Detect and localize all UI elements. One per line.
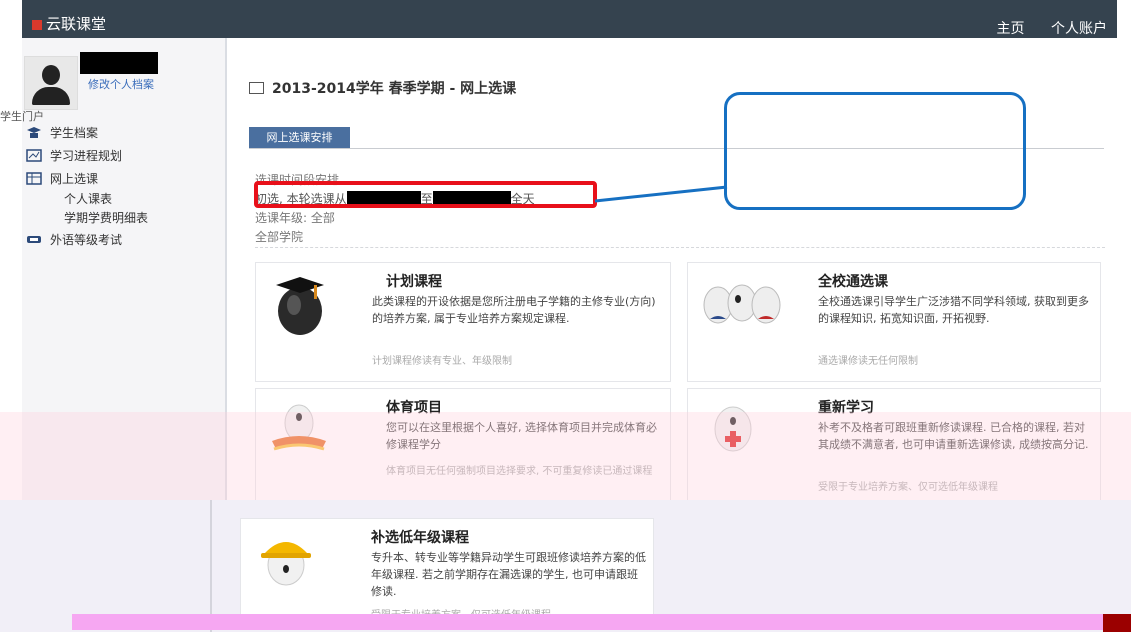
card-general-elective[interactable]: 全校通选课 全校通选课引导学生广泛涉猎不同学科领域, 获取到更多的课程知识, 拓… <box>687 262 1101 382</box>
tab-course-schedule[interactable]: 网上选课安排 <box>249 127 350 148</box>
card-title: 计划课程 <box>386 274 442 290</box>
sidebar-item-label: 学生档案 <box>50 126 99 140</box>
card-note: 通选课修读无任何限制 <box>818 356 918 367</box>
card-plan-course[interactable]: 计划课程 此类课程的开设依据是您所注册电子学籍的主修专业(方向)的培养方案, 属… <box>255 262 671 382</box>
sidebar-subitem-timetable[interactable]: 个人课表 <box>64 190 112 207</box>
sidebar-item-study-plan[interactable]: 学习进程规划 <box>26 147 122 164</box>
college-info: 全部学院 <box>255 230 304 244</box>
calendar-icon <box>249 82 264 94</box>
brand[interactable]: 云联课堂 <box>32 13 106 34</box>
edit-profile-link[interactable]: 修改个人档案 <box>88 76 154 92</box>
card-description: 此类课程的开设依据是您所注册电子学籍的主修专业(方向)的培养方案, 属于专业培养… <box>372 295 656 325</box>
card-note: 计划课程修读有专业、年级限制 <box>372 356 512 367</box>
graduation-cap-icon <box>276 277 324 335</box>
sidebar-item-label: 网上选课 <box>50 172 99 186</box>
sidebar-item-label: 外语等级考试 <box>50 233 123 247</box>
sidebar-item-label: 学习进程规划 <box>50 149 123 163</box>
page-title-text: 2013-2014学年 春季学期 - 网上选课 <box>272 81 517 97</box>
page-title: 2013-2014学年 春季学期 - 网上选课 <box>249 78 516 98</box>
card-title: 全校通选课 <box>818 274 888 290</box>
user-menu[interactable]: 个人账户 <box>1051 21 1107 37</box>
highlight-box <box>254 181 597 208</box>
sidebar-item-online-course[interactable]: 网上选课 <box>26 170 98 187</box>
brand-logo-icon <box>32 19 42 30</box>
divider <box>255 247 1105 248</box>
portal-label: 学生门户 <box>0 110 44 123</box>
redacted-name <box>80 52 158 74</box>
card-description: 全校通选课引导学生广泛涉猎不同学科领域, 获取到更多的课程知识, 拓宽知识面, … <box>818 295 1089 325</box>
online-course-icon <box>26 172 42 185</box>
top-bar: 云联课堂 主页 个人账户 <box>22 0 1117 38</box>
lower-panel: 补选低年级课程 专升本、转专业等学籍异动学生可跟班修读培养方案的低年级课程. 若… <box>0 500 1131 632</box>
callout-box <box>724 92 1026 210</box>
sidebar-item-student-profile[interactable]: 学生档案 <box>26 124 98 141</box>
exam-icon <box>27 236 41 243</box>
group-figures-icon <box>703 284 781 324</box>
sidebar-subitem-tuition[interactable]: 学期学费明细表 <box>64 209 148 226</box>
hard-hat-icon <box>261 542 311 586</box>
sidebar-edge <box>210 500 212 632</box>
home-link[interactable]: 主页 <box>997 21 1025 37</box>
bottom-bar <box>72 614 1103 630</box>
overlay-band <box>0 412 1131 500</box>
top-links: 主页 个人账户 <box>975 18 1107 38</box>
sidebar-item-language-exam[interactable]: 外语等级考试 <box>26 231 122 248</box>
card-title: 补选低年级课程 <box>371 530 469 546</box>
callout-pointer <box>595 185 728 203</box>
student-profile-icon <box>27 127 41 138</box>
corner-block <box>1103 614 1131 632</box>
card-description: 专升本、转专业等学籍异动学生可跟班修读培养方案的低年级课程. 若之前学期存在漏选… <box>371 551 646 598</box>
brand-name: 云联课堂 <box>46 15 107 33</box>
card-makeup-lower-grade[interactable]: 补选低年级课程 专升本、转专业等学籍异动学生可跟班修读培养方案的低年级课程. 若… <box>240 518 654 621</box>
avatar <box>24 56 78 110</box>
study-plan-icon <box>26 149 42 162</box>
grade-info: 选课年级: 全部 <box>255 211 335 225</box>
